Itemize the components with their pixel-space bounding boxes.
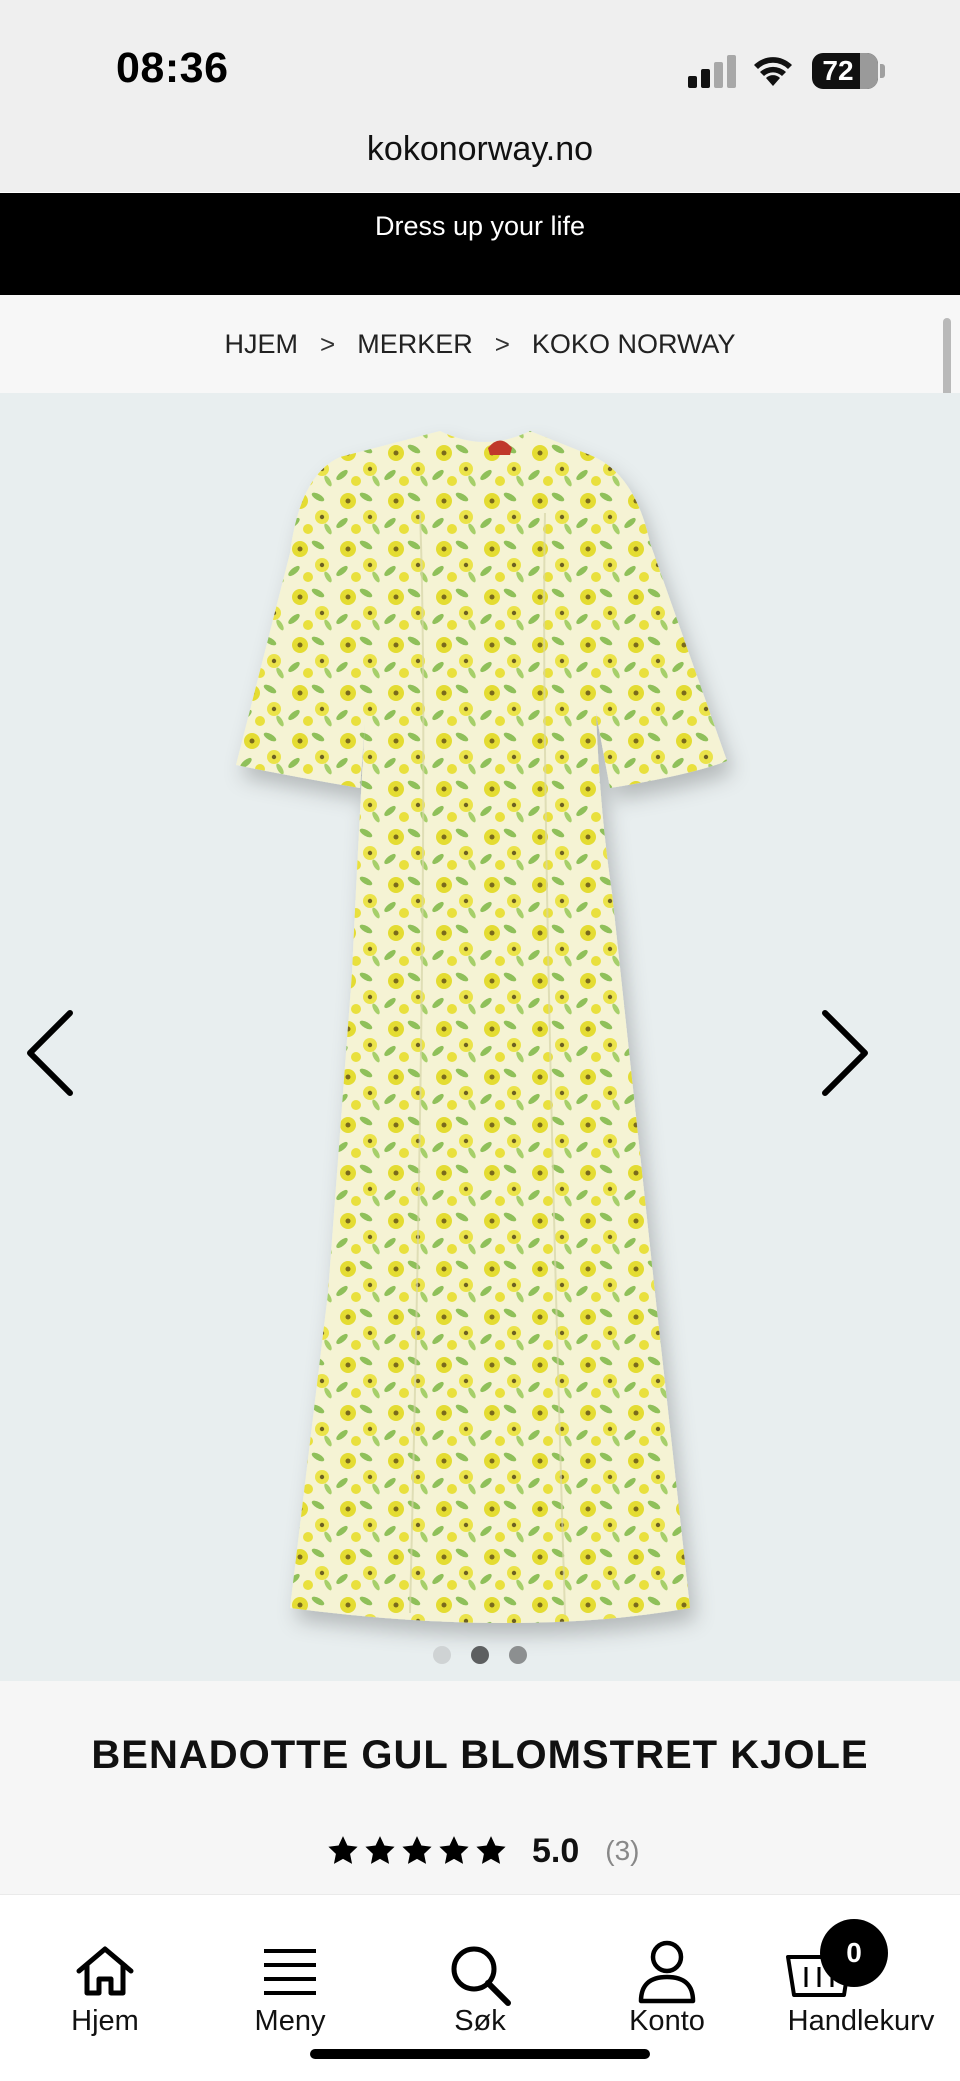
gallery-dot-2[interactable] [471, 1646, 489, 1664]
promo-text: Dress up your life [374, 211, 586, 241]
product-gallery [0, 393, 960, 1681]
battery-cap [880, 64, 885, 78]
url-text[interactable]: kokonorway.no [0, 130, 960, 169]
rating-stars [326, 1834, 508, 1868]
rating-value: 5.0 [532, 1831, 580, 1870]
star-icon [439, 1836, 469, 1864]
rating-count: (3) [605, 1835, 640, 1866]
wifi-icon [754, 57, 792, 86]
status-time: 08:36 [116, 44, 229, 92]
gallery-dot-3[interactable] [509, 1646, 527, 1664]
menu-icon [264, 1949, 316, 1995]
cellular-signal-icon [688, 55, 738, 88]
nav-home[interactable]: Hjem [55, 1895, 155, 2045]
nav-cart-label: Handlekurv [787, 2005, 935, 2037]
breadcrumb: HJEM > MERKER > KOKO NORWAY [0, 295, 960, 393]
previous-image-button[interactable] [20, 1005, 80, 1101]
rating-row[interactable]: 5.0 (3) [326, 1826, 640, 1876]
nav-search-label: Søk [454, 2005, 506, 2037]
chevron-right-icon: > [494, 328, 510, 359]
nav-account[interactable]: Konto [617, 1895, 717, 2045]
breadcrumb-koko-norway[interactable]: KOKO NORWAY [532, 329, 736, 360]
breadcrumb-brands[interactable]: MERKER [357, 329, 473, 360]
battery-level: 72 [822, 55, 854, 86]
promo-banner: Dress up your life [0, 193, 960, 295]
status-bar: 08:36 72 [0, 0, 960, 130]
nav-search[interactable]: Søk [430, 1895, 530, 2045]
nav-menu-label: Meny [254, 2005, 326, 2037]
address-bar[interactable]: kokonorway.no [0, 130, 960, 192]
nav-home-label: Hjem [71, 2005, 139, 2037]
breadcrumb-home[interactable]: HJEM [225, 329, 299, 360]
star-icon [402, 1836, 432, 1864]
account-icon [638, 1940, 696, 2004]
gallery-dot-1[interactable] [433, 1646, 451, 1664]
cart-count-badge[interactable]: 0 [820, 1919, 888, 1987]
star-icon [476, 1836, 506, 1864]
battery-icon: 72 [812, 53, 878, 89]
star-icon [365, 1836, 395, 1864]
search-icon [451, 1946, 511, 2006]
product-info: BENADOTTE GUL BLOMSTRET KJOLE 5.0 (3) [0, 1681, 960, 1894]
star-icon [328, 1836, 358, 1864]
nav-menu[interactable]: Meny [240, 1895, 340, 2045]
gallery-pagination [0, 1646, 960, 1664]
home-icon [76, 1946, 134, 1996]
product-title: BENADOTTE GUL BLOMSTRET KJOLE [91, 1733, 869, 1777]
next-image-button[interactable] [815, 1005, 875, 1101]
home-indicator[interactable] [310, 2049, 650, 2059]
nav-account-label: Konto [629, 2005, 705, 2037]
chevron-right-icon: > [320, 328, 336, 359]
